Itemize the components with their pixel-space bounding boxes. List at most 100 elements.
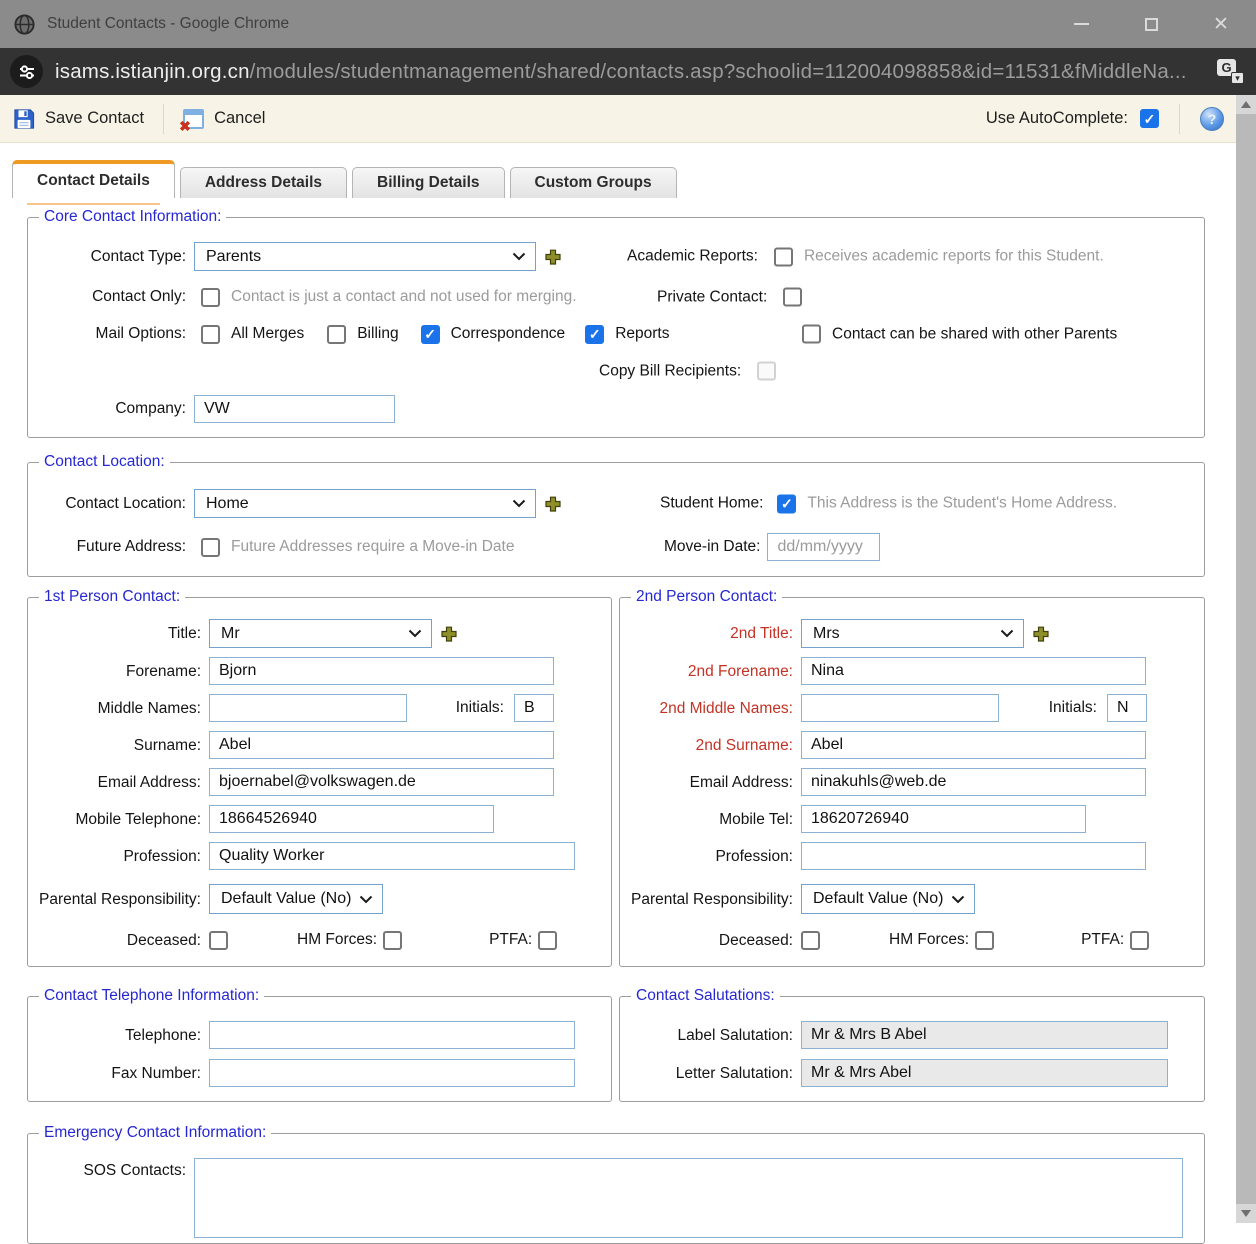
cancel-button[interactable]: ✖ Cancel bbox=[183, 109, 265, 129]
student-home-checkbox[interactable] bbox=[777, 494, 796, 513]
p2-forename-label: 2nd Forename: bbox=[628, 662, 793, 681]
url-domain: isams.istianjin.org.cn bbox=[55, 60, 250, 83]
cancel-icon: ✖ bbox=[183, 109, 204, 129]
save-icon bbox=[13, 108, 35, 130]
minimize-button[interactable] bbox=[1046, 0, 1116, 48]
chevron-down-icon bbox=[512, 499, 526, 508]
move-in-date-input[interactable] bbox=[767, 533, 880, 561]
contact-only-checkbox[interactable] bbox=[201, 288, 220, 307]
use-autocomplete-checkbox[interactable] bbox=[1140, 109, 1159, 128]
private-contact-checkbox[interactable] bbox=[783, 288, 802, 307]
cancel-x-glyph: ✖ bbox=[179, 119, 191, 133]
p1-title-value: Mr bbox=[221, 625, 240, 643]
p1-mobile-label: Mobile Telephone: bbox=[36, 810, 201, 829]
p1-parental-select[interactable]: Default Value (No) bbox=[209, 884, 383, 914]
mail-correspondence-checkbox[interactable] bbox=[421, 325, 440, 344]
p2-profession-label: Profession: bbox=[628, 847, 793, 866]
site-permissions-icon[interactable] bbox=[10, 55, 43, 88]
mail-all-merges-checkbox[interactable] bbox=[201, 325, 220, 344]
p2-parental-select[interactable]: Default Value (No) bbox=[801, 884, 975, 914]
p2-parental-label: Parental Responsibility: bbox=[628, 890, 793, 909]
contact-type-select[interactable]: Parents bbox=[194, 242, 536, 271]
p1-mobile-input[interactable] bbox=[209, 805, 494, 833]
p1-surname-input[interactable] bbox=[209, 731, 554, 759]
academic-reports-checkbox[interactable] bbox=[774, 247, 793, 266]
url-text[interactable]: isams.istianjin.org.cn/modules/studentma… bbox=[55, 60, 1205, 84]
scroll-down-icon bbox=[1241, 1210, 1251, 1217]
p1-email-input[interactable] bbox=[209, 768, 554, 796]
p1-forename-input[interactable] bbox=[209, 657, 554, 685]
label-salutation-input bbox=[801, 1021, 1168, 1049]
tab-billing-details[interactable]: Billing Details bbox=[352, 167, 505, 198]
chevron-down-icon bbox=[1000, 629, 1014, 638]
maximize-icon bbox=[1145, 18, 1158, 31]
save-contact-button[interactable]: Save Contact bbox=[13, 108, 144, 130]
p1-add-title-icon[interactable] bbox=[441, 626, 457, 642]
p2-add-title-icon[interactable] bbox=[1033, 626, 1049, 642]
toolbar-separator-right bbox=[1179, 104, 1180, 134]
p1-title-select[interactable]: Mr bbox=[209, 619, 432, 648]
translate-caret-glyph: ▾ bbox=[1231, 72, 1244, 84]
mail-correspondence-label: Correspondence bbox=[451, 325, 566, 343]
academic-reports-label: Academic Reports: bbox=[627, 248, 758, 266]
telephone-label: Telephone: bbox=[36, 1026, 201, 1045]
p1-deceased-checkbox[interactable] bbox=[209, 931, 228, 950]
core-legend: Core Contact Information: bbox=[39, 208, 226, 226]
p2-ptfa-checkbox[interactable] bbox=[1130, 931, 1149, 950]
contact-location-select[interactable]: Home bbox=[194, 489, 536, 518]
mail-reports-checkbox[interactable] bbox=[585, 325, 604, 344]
p2-title-label: 2nd Title: bbox=[628, 624, 793, 643]
tab-address-details[interactable]: Address Details bbox=[180, 167, 347, 198]
form-tabs: Contact Details Address Details Billing … bbox=[12, 160, 1256, 198]
fax-number-input[interactable] bbox=[209, 1059, 575, 1087]
p2-middle-names-input[interactable] bbox=[801, 694, 999, 722]
p1-hm-forces-checkbox[interactable] bbox=[383, 931, 402, 950]
p1-email-label: Email Address: bbox=[36, 773, 201, 792]
p2-title-select[interactable]: Mrs bbox=[801, 619, 1024, 648]
fax-number-label: Fax Number: bbox=[36, 1064, 201, 1083]
help-icon[interactable]: ? bbox=[1200, 107, 1224, 131]
p2-hm-forces-checkbox[interactable] bbox=[975, 931, 994, 950]
p2-email-input[interactable] bbox=[801, 768, 1146, 796]
chevron-down-icon bbox=[408, 629, 422, 638]
close-button[interactable]: ✕ bbox=[1186, 0, 1256, 48]
add-location-icon[interactable] bbox=[545, 496, 561, 512]
window-titlebar: Student Contacts - Google Chrome ✕ bbox=[0, 0, 1256, 48]
tab-contact-details[interactable]: Contact Details bbox=[12, 160, 175, 198]
p2-profession-input[interactable] bbox=[801, 842, 1146, 870]
mail-reports-label: Reports bbox=[615, 325, 669, 343]
scroll-up-icon bbox=[1241, 101, 1251, 108]
sos-contacts-textarea[interactable] bbox=[194, 1158, 1183, 1238]
scroll-up-button[interactable] bbox=[1236, 95, 1256, 114]
scroll-down-button[interactable] bbox=[1236, 1204, 1256, 1223]
first-person-contact-section: 1st Person Contact: Title: Mr Forename: … bbox=[27, 588, 612, 967]
p1-profession-input[interactable] bbox=[209, 842, 575, 870]
p2-deceased-checkbox[interactable] bbox=[801, 931, 820, 950]
maximize-button[interactable] bbox=[1116, 0, 1186, 48]
p1-ptfa-checkbox[interactable] bbox=[538, 931, 557, 950]
p2-mobile-input[interactable] bbox=[801, 805, 1086, 833]
vertical-scrollbar[interactable] bbox=[1236, 95, 1256, 1223]
p1-deceased-label: Deceased: bbox=[36, 931, 201, 950]
letter-salutation-input bbox=[801, 1059, 1168, 1087]
contact-only-label: Contact Only: bbox=[36, 288, 186, 306]
private-contact-label: Private Contact: bbox=[657, 288, 767, 306]
p2-surname-input[interactable] bbox=[801, 731, 1146, 759]
mail-all-merges-label: All Merges bbox=[231, 325, 304, 343]
translate-icon[interactable]: G ▾ bbox=[1217, 59, 1244, 84]
shared-with-parents-checkbox[interactable] bbox=[802, 325, 821, 344]
mail-billing-checkbox[interactable] bbox=[327, 325, 346, 344]
p1-initials-input[interactable] bbox=[514, 694, 554, 722]
browser-window: Student Contacts - Google Chrome ✕ isams… bbox=[0, 0, 1256, 1244]
future-address-checkbox[interactable] bbox=[201, 538, 220, 557]
p2-initials-input[interactable] bbox=[1107, 694, 1147, 722]
company-input[interactable] bbox=[194, 395, 395, 423]
add-contact-type-icon[interactable] bbox=[545, 249, 561, 265]
tab-custom-groups[interactable]: Custom Groups bbox=[510, 167, 677, 198]
future-address-help: Future Addresses require a Move-in Date bbox=[231, 538, 514, 556]
p2-forename-input[interactable] bbox=[801, 657, 1146, 685]
p1-middle-names-input[interactable] bbox=[209, 694, 407, 722]
telephone-input[interactable] bbox=[209, 1021, 575, 1049]
close-icon: ✕ bbox=[1213, 15, 1229, 34]
contact-only-help: Contact is just a contact and not used f… bbox=[231, 288, 577, 306]
